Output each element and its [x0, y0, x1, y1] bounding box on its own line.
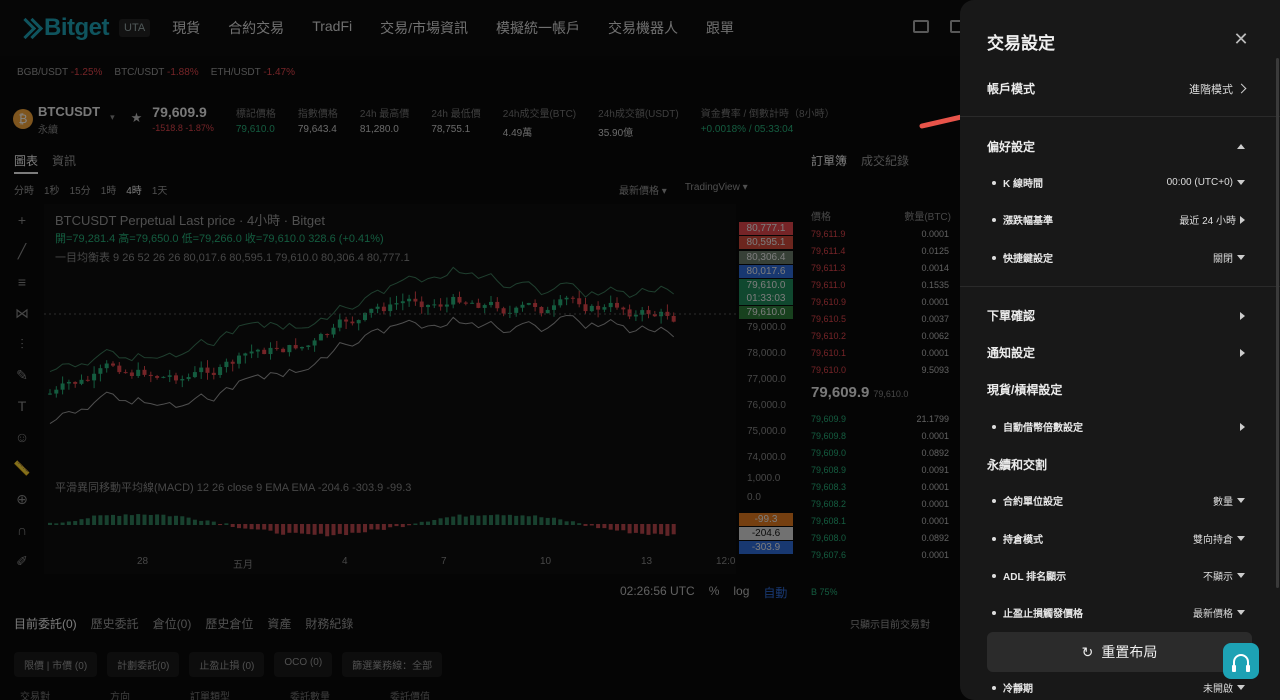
adl-rank-label: ADL 排名顯示: [992, 568, 1066, 583]
adl-rank-value: 不顯示: [1203, 572, 1233, 583]
position-mode-value: 雙向持倉: [1193, 535, 1233, 546]
trade-settings-drawer: 交易設定 ✕ 帳戶模式 進階模式 偏好設定 K 線時間 00:00 (UTC+0…: [960, 0, 1280, 700]
preferences-section[interactable]: 偏好設定: [987, 138, 1245, 155]
caret-down-icon: [1237, 180, 1245, 185]
hotkey-label: 快捷鍵設定: [992, 250, 1053, 265]
order-confirm-row[interactable]: 下單確認: [987, 307, 1245, 324]
change-basis-setting[interactable]: 漲跌幅基準 最近 24 小時: [992, 212, 1245, 227]
cooldown-setting[interactable]: 冷靜期 未開啟: [992, 680, 1245, 695]
preferences-label: 偏好設定: [987, 140, 1036, 154]
contract-unit-value: 數量: [1213, 497, 1233, 508]
caret-right-icon: [1240, 348, 1245, 357]
hotkey-value: 關閉: [1213, 254, 1233, 265]
caret-down-icon: [1237, 573, 1245, 578]
auto-borrow-label: 自動借幣倍數設定: [992, 419, 1083, 434]
spot-margin-label: 現貨/槓桿設定: [987, 383, 1063, 397]
position-mode-setting[interactable]: 持倉模式 雙向持倉: [992, 531, 1245, 546]
position-mode-label: 持倉模式: [992, 531, 1043, 546]
tpsl-trigger-setting[interactable]: 止盈止損觸發價格 最新價格: [992, 605, 1245, 620]
order-confirm-label: 下單確認: [987, 309, 1036, 323]
headset-icon: [1232, 654, 1250, 672]
kline-time-setting[interactable]: K 線時間 00:00 (UTC+0): [992, 175, 1245, 190]
perp-delivery-section: 永續和交割: [987, 456, 1245, 473]
adl-rank-setting[interactable]: ADL 排名顯示 不顯示: [992, 568, 1245, 583]
reset-icon: ↻: [1081, 643, 1094, 660]
auto-borrow-setting[interactable]: 自動借幣倍數設定: [992, 419, 1245, 434]
contract-unit-label: 合約單位設定: [992, 493, 1063, 508]
caret-down-icon: [1237, 255, 1245, 260]
cooldown-value: 未開啟: [1203, 684, 1233, 695]
collapse-caret-icon: [1237, 144, 1245, 149]
drawer-scrollbar[interactable]: [1276, 58, 1279, 588]
notification-row[interactable]: 通知設定: [987, 344, 1245, 361]
caret-down-icon: [1237, 610, 1245, 615]
change-basis-value: 最近 24 小時: [1179, 216, 1236, 227]
reset-layout-button[interactable]: ↻ 重置布局: [987, 632, 1252, 672]
caret-down-icon: [1237, 498, 1245, 503]
spot-margin-section: 現貨/槓桿設定: [987, 381, 1245, 398]
caret-right-icon: [1240, 422, 1245, 431]
perp-delivery-label: 永續和交割: [987, 458, 1048, 472]
chevron-right-icon: [1236, 83, 1247, 94]
account-mode-value: 進階模式: [1189, 83, 1233, 96]
divider: [960, 286, 1280, 287]
caret-right-icon: [1240, 215, 1245, 224]
caret-right-icon: [1240, 311, 1245, 320]
notification-label: 通知設定: [987, 346, 1036, 360]
tpsl-trigger-label: 止盈止損觸發價格: [992, 605, 1083, 620]
close-icon[interactable]: ✕: [1232, 30, 1250, 48]
kline-time-value: 00:00 (UTC+0): [1166, 177, 1233, 188]
change-basis-label: 漲跌幅基準: [992, 212, 1053, 227]
contract-unit-setting[interactable]: 合約單位設定 數量: [992, 493, 1245, 508]
reset-layout-label: 重置布局: [1101, 644, 1158, 660]
kline-time-label: K 線時間: [992, 175, 1043, 190]
hotkey-setting[interactable]: 快捷鍵設定 關閉: [992, 250, 1245, 265]
account-mode-label: 帳戶模式: [987, 82, 1036, 96]
support-chat-button[interactable]: [1223, 643, 1259, 679]
caret-down-icon: [1237, 536, 1245, 541]
divider: [960, 116, 1280, 117]
caret-down-icon: [1237, 685, 1245, 690]
cooldown-label: 冷靜期: [992, 680, 1033, 695]
account-mode-row[interactable]: 帳戶模式 進階模式: [987, 80, 1247, 97]
drawer-title: 交易設定: [987, 34, 1055, 53]
tpsl-trigger-value: 最新價格: [1193, 609, 1233, 620]
